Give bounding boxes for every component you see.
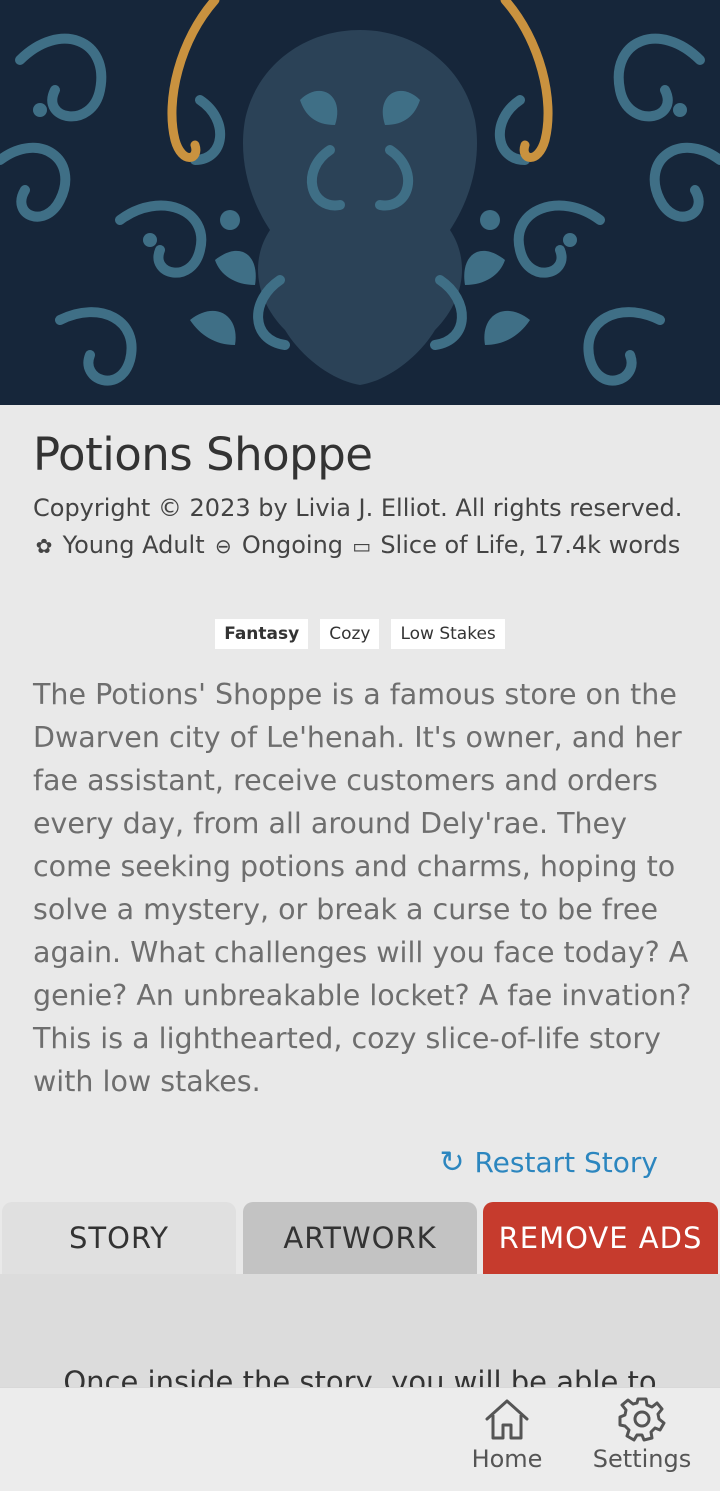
bottom-navigation: Home Settings — [0, 1387, 720, 1491]
panel-text: Once inside the story, you will be able … — [63, 1365, 657, 1387]
story-tab-panel: Once inside the story, you will be able … — [0, 1274, 720, 1387]
nav-settings[interactable]: Settings — [592, 1393, 692, 1473]
genre-words-label: Slice of Life, 17.4k words — [380, 531, 681, 559]
audience-label: Young Adult — [62, 531, 205, 559]
tag: Cozy — [320, 619, 380, 649]
audience-icon: ✿ — [35, 534, 53, 558]
nav-home-label: Home — [471, 1445, 543, 1473]
restart-story-button[interactable]: ↻ Restart Story — [439, 1145, 658, 1180]
nav-home[interactable]: Home — [467, 1393, 547, 1473]
tag: Fantasy — [215, 619, 309, 649]
story-info: ✿ Young Adult ⊖ Ongoing ▭ Slice of Life,… — [33, 527, 693, 565]
cover-image — [0, 0, 720, 405]
story-description: The Potions' Shoppe is a famous store on… — [33, 678, 692, 1098]
copyright-text: Copyright © 2023 by Livia J. Elliot. All… — [33, 494, 683, 522]
tag-list: Fantasy Cozy Low Stakes — [0, 619, 720, 649]
remove-ads-button[interactable]: REMOVE ADS — [483, 1202, 718, 1274]
tab-bar: STORY ARTWORK REMOVE ADS — [0, 1202, 720, 1274]
tag: Low Stakes — [391, 619, 505, 649]
tab-story[interactable]: STORY — [2, 1202, 236, 1274]
home-icon — [485, 1399, 529, 1440]
cover-illustration — [0, 0, 720, 405]
story-title: Potions Shoppe — [33, 428, 373, 481]
status-icon: ⊖ — [214, 534, 232, 558]
restart-label: Restart Story — [474, 1146, 658, 1179]
story-meta: Copyright © 2023 by Livia J. Elliot. All… — [33, 490, 693, 565]
restart-icon: ↻ — [439, 1145, 465, 1180]
status-label: Ongoing — [241, 531, 344, 559]
tab-artwork[interactable]: ARTWORK — [243, 1202, 477, 1274]
gear-icon — [618, 1397, 666, 1442]
book-icon: ▭ — [352, 534, 372, 558]
nav-settings-label: Settings — [592, 1445, 692, 1473]
